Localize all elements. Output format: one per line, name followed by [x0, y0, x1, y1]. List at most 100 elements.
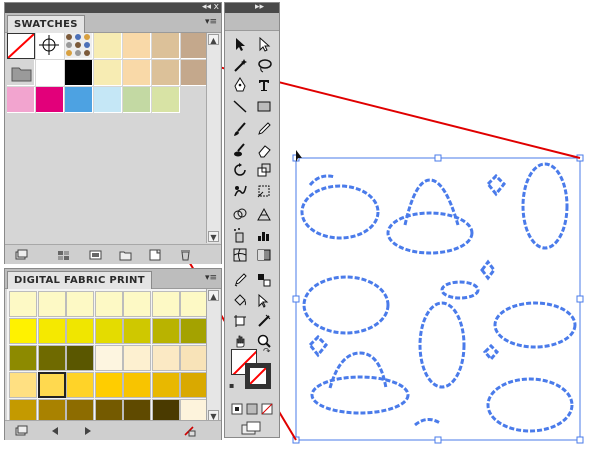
fabric-color-swatch[interactable]	[9, 345, 37, 371]
hat-crown-shape[interactable]	[403, 178, 460, 226]
toolbox-grip[interactable]	[225, 13, 279, 31]
warp-tool[interactable]	[229, 180, 251, 202]
blend-tool[interactable]	[253, 269, 275, 291]
resize-handle[interactable]	[434, 154, 442, 162]
none-icon[interactable]	[261, 403, 273, 415]
next-library-icon[interactable]	[81, 425, 94, 437]
fabric-color-swatch[interactable]	[66, 372, 94, 398]
color-swatch[interactable]	[123, 33, 151, 59]
fabric-color-swatch[interactable]	[123, 318, 151, 344]
cupcake-top-shape[interactable]	[493, 301, 577, 349]
swirl-shape[interactable]	[308, 174, 336, 187]
color-swatch[interactable]	[7, 87, 35, 113]
screen-mode-icon[interactable]	[241, 421, 263, 435]
artboard-tool[interactable]	[229, 310, 251, 332]
hat-brim-shape[interactable]	[386, 211, 474, 255]
perspective-grid-tool[interactable]	[253, 203, 275, 225]
swirl-shape[interactable]	[414, 418, 441, 427]
color-swatch[interactable]	[94, 87, 122, 113]
fabric-color-swatch[interactable]	[94, 345, 123, 371]
swatch-libraries-icon[interactable]	[15, 425, 28, 437]
rectangle-tool[interactable]	[253, 95, 275, 117]
shape-builder-tool[interactable]	[229, 203, 251, 225]
swatch-libraries-icon[interactable]	[15, 249, 28, 261]
magic-wand-tool[interactable]	[229, 54, 251, 76]
hat-crown-shape[interactable]	[328, 351, 388, 389]
registration-swatch[interactable]	[36, 33, 64, 59]
fabric-color-swatch[interactable]	[151, 318, 180, 344]
pattern-swatch[interactable]	[65, 33, 93, 59]
star-shape[interactable]	[480, 259, 496, 281]
delete-swatch-icon[interactable]	[179, 249, 192, 261]
hat-brim-shape[interactable]	[310, 375, 410, 415]
star-shape[interactable]	[307, 334, 329, 358]
resize-handle[interactable]	[576, 295, 584, 303]
fabric-color-swatch[interactable]	[180, 345, 208, 371]
color-swatch[interactable]	[181, 60, 209, 86]
popsicle-shape[interactable]	[521, 162, 569, 250]
bounding-box[interactable]	[295, 157, 581, 441]
paintbrush-tool[interactable]	[229, 118, 251, 140]
fabric-color-swatch[interactable]	[37, 318, 66, 344]
color-swatch[interactable]	[181, 33, 209, 59]
swap-fill-stroke-icon[interactable]: ↷	[263, 347, 271, 357]
new-swatch-icon[interactable]	[149, 249, 162, 261]
donut-shape[interactable]	[486, 377, 574, 433]
resize-handle[interactable]	[292, 295, 300, 303]
selection-tool[interactable]	[229, 33, 251, 55]
fabric-color-swatch[interactable]	[9, 291, 37, 317]
swatch-options-icon[interactable]	[89, 249, 102, 261]
color-swatch[interactable]	[65, 87, 93, 113]
previous-library-icon[interactable]	[49, 425, 62, 437]
fabric-color-swatch[interactable]	[37, 345, 66, 371]
live-paint-bucket-tool[interactable]	[229, 289, 251, 311]
direct-selection-tool[interactable]	[253, 33, 275, 55]
donut-shape[interactable]	[302, 275, 390, 335]
tab-swatches[interactable]: SWATCHES	[7, 15, 85, 33]
show-kinds-icon[interactable]	[57, 249, 70, 261]
toolbox-titlebar[interactable]: ▸▸	[225, 2, 279, 13]
fabric-color-swatch[interactable]	[94, 318, 123, 344]
color-swatch[interactable]	[152, 87, 180, 113]
color-group-folder[interactable]	[7, 60, 35, 86]
fabric-color-swatch[interactable]	[66, 345, 94, 371]
fabric-color-swatch[interactable]	[123, 345, 151, 371]
blob-brush-tool[interactable]	[229, 139, 251, 161]
stroke-swatch[interactable]	[245, 363, 271, 389]
color-swatch[interactable]	[36, 60, 64, 86]
fabric-color-swatch[interactable]	[151, 372, 180, 398]
free-transform-tool[interactable]	[253, 180, 275, 202]
fabric-color-swatch[interactable]	[123, 372, 151, 398]
gradient-icon[interactable]	[246, 403, 258, 415]
scale-tool[interactable]	[253, 159, 275, 181]
fabric-color-swatch[interactable]	[180, 318, 208, 344]
none-swatch[interactable]	[7, 33, 35, 59]
scroll-up-icon[interactable]: ▲	[208, 290, 219, 301]
new-color-group-icon[interactable]	[119, 249, 132, 261]
fabric-color-swatch[interactable]	[151, 291, 180, 317]
candy-shape[interactable]	[440, 280, 480, 300]
tab-digital-fabric-print[interactable]: DIGITAL FABRIC PRINT	[7, 271, 152, 289]
fabric-color-swatch[interactable]	[123, 291, 151, 317]
selection-bounding-box[interactable]	[292, 154, 584, 444]
pencil-tool[interactable]	[253, 118, 275, 140]
color-swatch[interactable]	[65, 60, 93, 86]
color-swatch[interactable]	[123, 87, 151, 113]
fabric-color-swatch[interactable]	[180, 291, 208, 317]
graph-tool[interactable]	[253, 224, 275, 246]
default-fill-stroke-icon[interactable]: ▪	[229, 381, 234, 390]
fabric-color-swatch[interactable]	[9, 318, 37, 344]
swatches-scrollbar[interactable]: ▲ ▼	[206, 33, 220, 243]
resize-handle[interactable]	[434, 436, 442, 444]
panel-menu-icon[interactable]: ▾≡	[205, 17, 217, 27]
pattern-artwork[interactable]	[300, 162, 577, 433]
heart-shape[interactable]	[482, 343, 500, 362]
fabric-color-swatch[interactable]	[180, 372, 208, 398]
resize-handle[interactable]	[576, 436, 584, 444]
close-icon[interactable]: x	[214, 2, 219, 12]
gradient-tool[interactable]	[253, 244, 275, 266]
symbol-sprayer-tool[interactable]	[229, 224, 251, 246]
fabric-color-swatch[interactable]	[37, 372, 66, 398]
fabric-color-swatch[interactable]	[66, 291, 94, 317]
collapse-icon[interactable]: ◂◂	[202, 2, 211, 12]
